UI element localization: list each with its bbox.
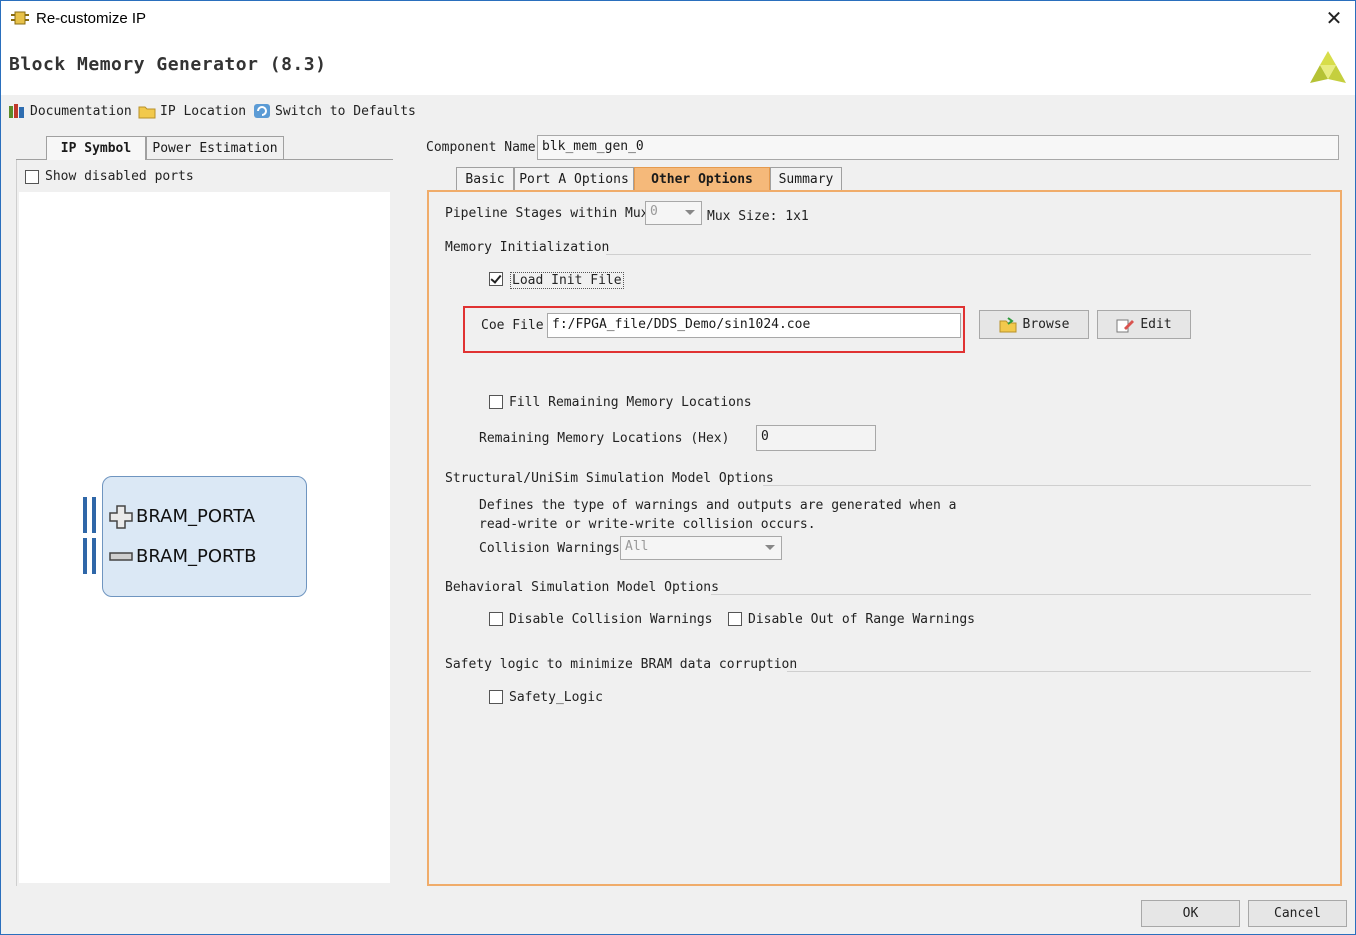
coe-file-label: Coe File	[481, 318, 544, 333]
switch-defaults-button[interactable]: Switch to Defaults	[253, 101, 416, 121]
edit-button[interactable]: Edit	[1097, 310, 1191, 339]
safety-logic-label: Safety_Logic	[509, 690, 603, 705]
browse-button[interactable]: Browse	[979, 310, 1089, 339]
tab-summary[interactable]: Summary	[770, 167, 842, 190]
minus-icon[interactable]	[109, 551, 133, 563]
chevron-down-icon	[685, 210, 695, 215]
fill-remaining-checkbox[interactable]	[489, 395, 503, 409]
memory-init-title: Memory Initialization	[445, 240, 610, 255]
port-a-label: BRAM_PORTA	[136, 506, 256, 527]
remaining-locations-label: Remaining Memory Locations (Hex)	[479, 431, 730, 446]
disable-range-label: Disable Out of Range Warnings	[748, 612, 975, 627]
remaining-locations-input[interactable]: 0	[756, 425, 876, 451]
port-b-bar	[92, 538, 96, 574]
safety-title: Safety logic to minimize BRAM data corru…	[445, 657, 798, 672]
port-a-bar	[92, 497, 96, 533]
pipeline-stages-select[interactable]: 0	[645, 201, 702, 225]
disable-collision-checkbox[interactable]	[489, 612, 503, 626]
collision-warnings-select[interactable]: All	[620, 536, 782, 560]
tab-other-options[interactable]: Other Options	[634, 167, 770, 190]
edit-icon	[1116, 319, 1135, 332]
tab-basic[interactable]: Basic	[456, 167, 514, 190]
ok-button[interactable]: OK	[1141, 900, 1240, 927]
disable-collision-label: Disable Collision Warnings	[509, 612, 713, 627]
coe-file-input[interactable]: f:/FPGA_file/DDS_Demo/sin1024.coe	[547, 313, 961, 338]
show-disabled-ports-checkbox[interactable]	[25, 170, 39, 184]
structural-title: Structural/UniSim Simulation Model Optio…	[445, 471, 774, 486]
load-init-file-checkbox[interactable]	[489, 272, 503, 286]
ip-symbol-block	[102, 476, 307, 597]
cancel-label: Cancel	[1274, 906, 1321, 921]
close-icon[interactable]: ✕	[1322, 6, 1346, 30]
port-a-bar	[83, 497, 87, 533]
ip-core-icon	[11, 11, 29, 25]
other-options-panel	[427, 190, 1342, 886]
section-divider	[606, 254, 1311, 255]
chevron-down-icon	[765, 545, 775, 550]
xilinx-logo-icon	[1310, 51, 1346, 83]
mux-size-label: Mux Size: 1x1	[707, 209, 809, 224]
page-title: Block Memory Generator (8.3)	[9, 54, 327, 75]
fill-remaining-label: Fill Remaining Memory Locations	[509, 395, 752, 410]
collision-warnings-label: Collision Warnings	[479, 541, 620, 556]
section-divider	[763, 485, 1311, 486]
folder-open-icon	[999, 316, 1017, 332]
behavioral-title: Behavioral Simulation Model Options	[445, 580, 719, 595]
collision-warnings-value: All	[625, 539, 649, 554]
documentation-label: Documentation	[30, 103, 132, 119]
port-b-bar	[83, 538, 87, 574]
pipeline-stages-value: 0	[650, 204, 658, 219]
ip-location-label: IP Location	[160, 103, 247, 119]
port-b-label: BRAM_PORTB	[136, 546, 257, 567]
plus-icon[interactable]	[109, 505, 133, 529]
show-disabled-ports-label: Show disabled ports	[45, 169, 194, 184]
tab-power-estimation[interactable]: Power Estimation	[146, 136, 284, 159]
section-divider	[711, 594, 1311, 595]
component-name-label: Component Name	[426, 140, 536, 155]
switch-defaults-label: Switch to Defaults	[275, 103, 416, 119]
refresh-icon	[254, 104, 270, 118]
disable-range-checkbox[interactable]	[728, 612, 742, 626]
tab-ip-symbol[interactable]: IP Symbol	[46, 136, 146, 160]
structural-desc-line2: read-write or write-write collision occu…	[479, 517, 816, 532]
edit-label: Edit	[1140, 317, 1172, 332]
safety-logic-checkbox[interactable]	[489, 690, 503, 704]
folder-icon	[138, 106, 156, 119]
structural-desc-line1: Defines the type of warnings and outputs…	[479, 498, 957, 513]
cancel-button[interactable]: Cancel	[1248, 900, 1347, 927]
section-divider	[787, 671, 1311, 672]
tab-port-a-options[interactable]: Port A Options	[514, 167, 634, 190]
component-name-input[interactable]: blk_mem_gen_0	[537, 135, 1339, 160]
ip-location-button[interactable]: IP Location	[138, 101, 246, 121]
load-init-file-label: Load Init File	[510, 272, 624, 289]
window-title: Re-customize IP	[36, 10, 147, 27]
browse-label: Browse	[1022, 317, 1070, 332]
documentation-button[interactable]: Documentation	[8, 101, 132, 121]
title-bar	[1, 1, 1355, 37]
books-icon	[9, 104, 24, 118]
ok-label: OK	[1182, 906, 1199, 921]
pipeline-stages-label: Pipeline Stages within Mux	[445, 206, 649, 221]
